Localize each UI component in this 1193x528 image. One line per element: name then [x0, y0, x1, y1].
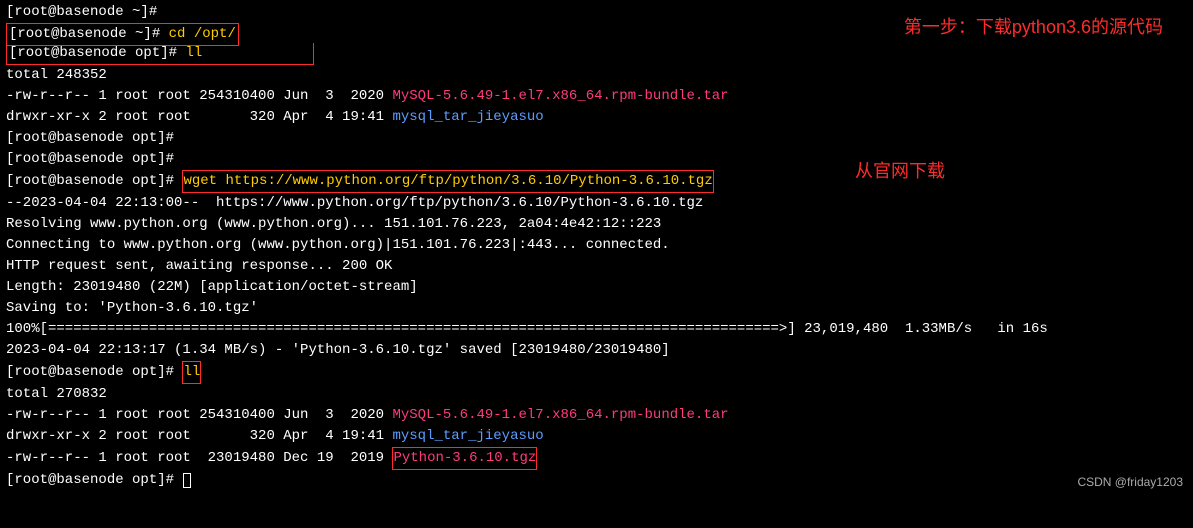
file-perms: -rw-r--r-- 1 root root 23019480 Dec 19 2…	[6, 450, 392, 466]
terminal-output: HTTP request sent, awaiting response... …	[6, 256, 1187, 277]
terminal-output: Saving to: 'Python-3.6.10.tgz'	[6, 298, 1187, 319]
cmd-highlight-box: ll	[182, 361, 201, 384]
terminal-output: -rw-r--r-- 1 root root 23019480 Dec 19 2…	[6, 447, 1187, 470]
cmd-highlight-box: [root@basenode opt]# ll	[6, 43, 314, 65]
filename: Python-3.6.10.tgz	[393, 450, 536, 466]
terminal-output: total 248352	[6, 65, 1187, 86]
prompt: [root@basenode opt]#	[6, 151, 174, 167]
prompt: [root@basenode opt]#	[6, 173, 182, 189]
prompt: [root@basenode opt]#	[6, 472, 182, 488]
prompt: [root@basenode opt]#	[9, 45, 185, 61]
terminal-output: drwxr-xr-x 2 root root 320 Apr 4 19:41 m…	[6, 426, 1187, 447]
command-text[interactable]: ll	[185, 45, 202, 61]
terminal-output: Connecting to www.python.org (www.python…	[6, 235, 1187, 256]
terminal-line: [root@basenode opt]# wget https://www.py…	[6, 170, 1187, 193]
terminal-output: -rw-r--r-- 1 root root 254310400 Jun 3 2…	[6, 86, 1187, 107]
file-perms: -rw-r--r-- 1 root root 254310400 Jun 3 2…	[6, 407, 392, 423]
command-text[interactable]: wget https://www.python.org/ftp/python/3…	[183, 173, 712, 189]
annotation-download: 从官网下载	[855, 158, 945, 185]
file-perms: drwxr-xr-x 2 root root 320 Apr 4 19:41	[6, 109, 392, 125]
command-text[interactable]: ll	[183, 364, 200, 380]
prompt: [root@basenode ~]#	[9, 26, 169, 42]
terminal-output: --2023-04-04 22:13:00-- https://www.pyth…	[6, 193, 1187, 214]
terminal-output: total 270832	[6, 384, 1187, 405]
terminal-line: [root@basenode opt]# ll	[6, 361, 1187, 384]
terminal-line: [root@basenode opt]# ll	[6, 43, 1187, 65]
terminal-output: Length: 23019480 (22M) [application/octe…	[6, 277, 1187, 298]
filename: MySQL-5.6.49-1.el7.x86_64.rpm-bundle.tar	[392, 88, 728, 104]
cursor-icon[interactable]	[183, 473, 191, 488]
watermark-text: CSDN @friday1203	[1077, 473, 1183, 491]
filename: MySQL-5.6.49-1.el7.x86_64.rpm-bundle.tar	[392, 407, 728, 423]
prompt: [root@basenode opt]#	[6, 364, 182, 380]
command-text[interactable]: cd /opt/	[169, 26, 236, 42]
annotation-step1: 第一步：下载python3.6的源代码	[904, 14, 1163, 41]
cmd-highlight-box: wget https://www.python.org/ftp/python/3…	[182, 170, 713, 193]
file-perms: -rw-r--r-- 1 root root 254310400 Jun 3 2…	[6, 88, 392, 104]
terminal-output: 2023-04-04 22:13:17 (1.34 MB/s) - 'Pytho…	[6, 340, 1187, 361]
terminal-output: -rw-r--r-- 1 root root 254310400 Jun 3 2…	[6, 405, 1187, 426]
terminal-output: Resolving www.python.org (www.python.org…	[6, 214, 1187, 235]
prompt: [root@basenode opt]#	[6, 130, 174, 146]
terminal-line: [root@basenode opt]#	[6, 149, 1187, 170]
dirname: mysql_tar_jieyasuo	[392, 428, 543, 444]
filename-highlight-box: Python-3.6.10.tgz	[392, 447, 537, 470]
terminal-line: [root@basenode opt]#	[6, 470, 1187, 491]
file-perms: drwxr-xr-x 2 root root 320 Apr 4 19:41	[6, 428, 392, 444]
terminal-output: drwxr-xr-x 2 root root 320 Apr 4 19:41 m…	[6, 107, 1187, 128]
prompt: [root@basenode ~]#	[6, 4, 166, 20]
dirname: mysql_tar_jieyasuo	[392, 109, 543, 125]
progress-bar-line: 100%[===================================…	[6, 319, 1187, 340]
terminal-line: [root@basenode opt]#	[6, 128, 1187, 149]
